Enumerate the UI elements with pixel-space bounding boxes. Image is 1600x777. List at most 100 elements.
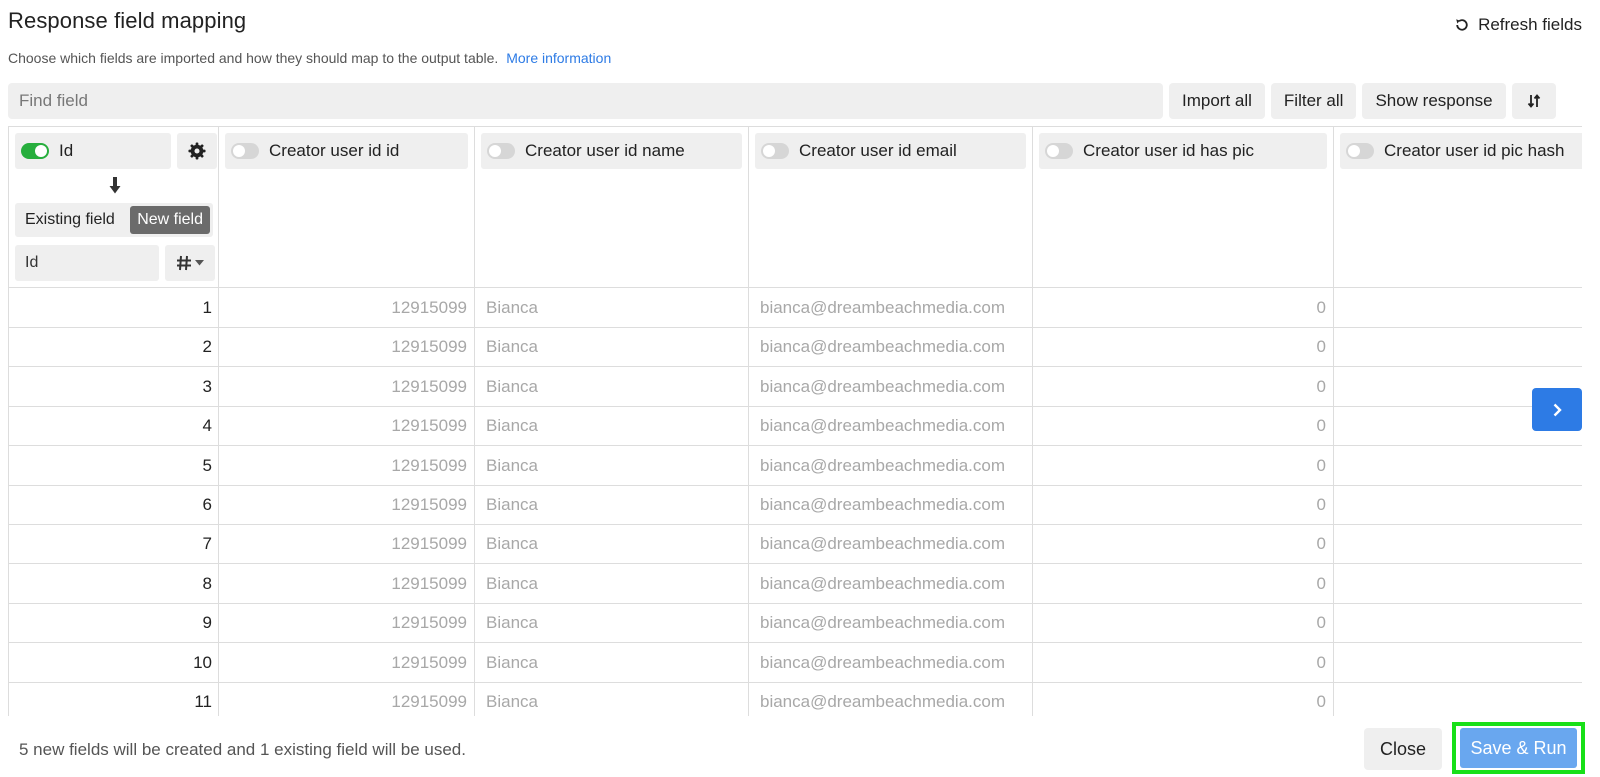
row-id-cell: 3: [9, 366, 219, 407]
existing-field-option[interactable]: Existing field: [15, 211, 123, 229]
chevron-right-icon: [1553, 403, 1562, 416]
table-cell: 12915099: [219, 327, 475, 368]
column-pill: Creator user id email: [755, 133, 1026, 169]
field-mode-segmented: Existing field New field: [15, 203, 213, 237]
table-cell: [1334, 485, 1582, 525]
column-label: Creator user id email: [799, 141, 957, 160]
id-column-pill: Id: [15, 133, 171, 169]
new-field-option[interactable]: New field: [130, 206, 210, 234]
column-import-toggle[interactable]: [761, 143, 789, 159]
row-id-cell: 10: [9, 642, 219, 683]
id-column-header: Id Existing field New field Id: [9, 127, 219, 288]
row-id-cell: 4: [9, 406, 219, 447]
refresh-fields-label: Refresh fields: [1478, 15, 1582, 34]
table-row: 6 12915099 Bianca bianca@dreambeachmedia.co…: [9, 485, 1582, 525]
column-header-creator-user-id-id: Creator user id id: [219, 127, 475, 288]
save-and-run-highlight: Save & Run: [1452, 722, 1585, 774]
table-cell: 0: [1033, 642, 1334, 683]
filter-all-button[interactable]: Filter all: [1270, 83, 1357, 119]
table-cell: 0: [1033, 603, 1334, 644]
id-import-toggle[interactable]: [21, 143, 49, 159]
scroll-right-button[interactable]: [1532, 388, 1582, 431]
more-information-link[interactable]: More information: [506, 50, 611, 66]
table-cell: Bianca: [475, 642, 749, 683]
footer-summary: 5 new fields will be created and 1 exist…: [19, 740, 466, 759]
table-row: 9 12915099 Bianca bianca@dreambeachmedia.co…: [9, 603, 1582, 644]
close-button[interactable]: Close: [1364, 728, 1442, 770]
gear-icon: [188, 142, 206, 160]
table-cell: bianca@dreambeachmedia.com: [749, 366, 1033, 407]
caret-down-icon: [195, 260, 204, 266]
table-cell: [1334, 288, 1582, 328]
table-cell: 0: [1033, 445, 1334, 486]
table-cell: bianca@dreambeachmedia.com: [749, 288, 1033, 328]
column-pill: Creator user id has pic: [1039, 133, 1327, 169]
arrow-down-icon: [105, 175, 125, 197]
table-row: 7 12915099 Bianca bianca@dreambeachmedia.co…: [9, 524, 1582, 565]
column-import-toggle[interactable]: [231, 143, 259, 159]
table-cell: 12915099: [219, 406, 475, 447]
table-cell: Bianca: [475, 485, 749, 525]
table-cell: 12915099: [219, 445, 475, 486]
table-row: 2 12915099 Bianca bianca@dreambeachmedia.co…: [9, 327, 1582, 368]
table-cell: 0: [1033, 524, 1334, 565]
table-row: 3 12915099 Bianca bianca@dreambeachmedia.co…: [9, 366, 1582, 407]
column-label: Creator user id id: [269, 141, 400, 160]
import-all-button[interactable]: Import all: [1169, 83, 1265, 119]
id-column-settings-button[interactable]: [177, 133, 217, 169]
row-id-cell: 8: [9, 563, 219, 604]
table-cell: bianca@dreambeachmedia.com: [749, 327, 1033, 368]
column-import-toggle[interactable]: [1045, 143, 1073, 159]
table-cell: bianca@dreambeachmedia.com: [749, 682, 1033, 716]
table-cell: bianca@dreambeachmedia.com: [749, 406, 1033, 447]
table-row: 10 12915099 Bianca bianca@dreambeachmedia.c…: [9, 642, 1582, 683]
table-cell: [1334, 682, 1582, 716]
column-import-toggle[interactable]: [1346, 143, 1374, 159]
table-cell: 0: [1033, 288, 1334, 328]
table-cell: 0: [1033, 366, 1334, 407]
table-cell: 12915099: [219, 642, 475, 683]
find-field-input[interactable]: [8, 83, 1163, 119]
table-cell: bianca@dreambeachmedia.com: [749, 642, 1033, 683]
table-cell: [1334, 643, 1582, 683]
table-cell: bianca@dreambeachmedia.com: [749, 603, 1033, 644]
table-row: 8 12915099 Bianca bianca@dreambeachmedia.co…: [9, 563, 1582, 604]
table-row: 11 12915099 Bianca bianca@dreambeachmedia.c…: [9, 682, 1582, 716]
id-field-name-input[interactable]: Id: [15, 245, 159, 281]
row-id-cell: 1: [9, 288, 219, 328]
sort-button[interactable]: [1511, 83, 1556, 119]
table-cell: Bianca: [475, 524, 749, 565]
page-subtitle: Choose which fields are imported and how…: [8, 50, 611, 66]
refresh-fields-button[interactable]: Refresh fields: [1454, 12, 1582, 38]
table-cell: 12915099: [219, 366, 475, 407]
show-response-button[interactable]: Show response: [1362, 83, 1506, 119]
table-cell: [1334, 603, 1582, 643]
save-and-run-button[interactable]: Save & Run: [1460, 728, 1577, 768]
column-header-creator-user-id-pic-hash: Creator user id pic hash: [1334, 127, 1582, 288]
table-cell: 0: [1033, 485, 1334, 525]
table-cell: Bianca: [475, 288, 749, 328]
column-import-toggle[interactable]: [487, 143, 515, 159]
table-cell: bianca@dreambeachmedia.com: [749, 445, 1033, 486]
row-id-cell: 9: [9, 603, 219, 644]
table-cell: bianca@dreambeachmedia.com: [749, 485, 1033, 525]
table-cell: [1334, 327, 1582, 367]
row-id-cell: 6: [9, 485, 219, 525]
subtitle-text: Choose which fields are imported and how…: [8, 50, 499, 66]
table-cell: 0: [1033, 682, 1334, 716]
table-cell: Bianca: [475, 327, 749, 368]
table-cell: 12915099: [219, 524, 475, 565]
table-cell: [1334, 564, 1582, 604]
id-column-label: Id: [59, 141, 74, 160]
refresh-icon: [1456, 19, 1468, 31]
table-cell: Bianca: [475, 603, 749, 644]
column-label: Creator user id name: [525, 141, 685, 160]
table-cell: bianca@dreambeachmedia.com: [749, 524, 1033, 565]
table-cell: 12915099: [219, 682, 475, 716]
table-cell: [1334, 524, 1582, 564]
field-type-dropdown[interactable]: [165, 245, 215, 281]
row-id-cell: 11: [9, 682, 219, 716]
field-mapping-grid: Id Existing field New field Id Creator u…: [8, 126, 1582, 716]
column-header-creator-user-id-email: Creator user id email: [749, 127, 1033, 288]
column-header-creator-user-id-has-pic: Creator user id has pic: [1033, 127, 1334, 288]
